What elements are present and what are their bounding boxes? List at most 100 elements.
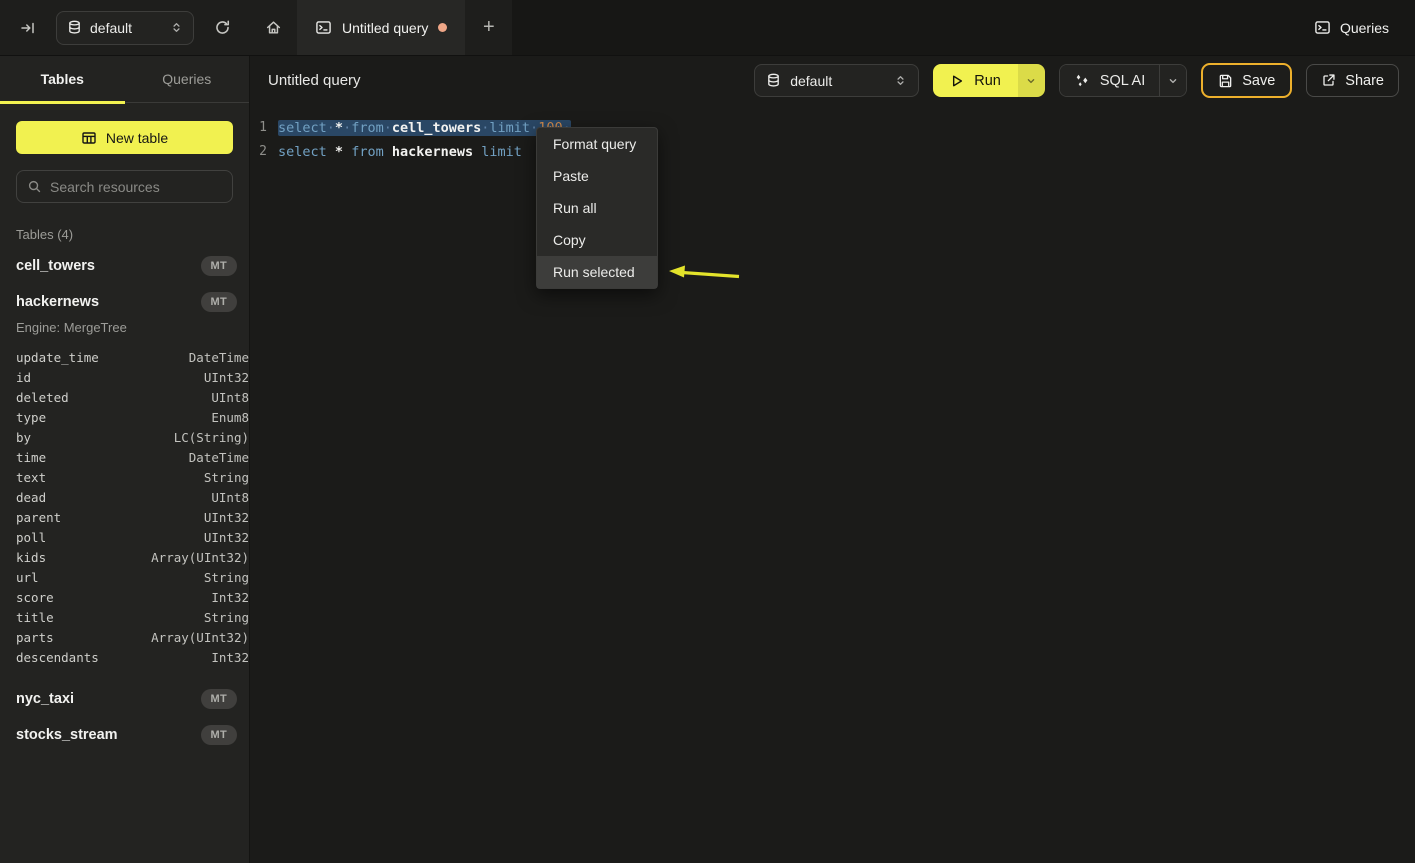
column-name: title [16, 610, 54, 625]
tab-label: Untitled query [342, 20, 428, 36]
pin-right-icon [20, 20, 36, 36]
home-tab[interactable] [250, 0, 297, 55]
column-row: update_time DateTime [16, 347, 249, 367]
search-input[interactable] [50, 179, 231, 195]
engine-badge: MT [201, 725, 237, 745]
table-row[interactable]: hackernews MT [0, 284, 249, 320]
column-name: type [16, 410, 46, 425]
table-group: hackernews MT Engine: MergeTree update_t… [0, 284, 249, 681]
code-token: limit [489, 120, 530, 136]
code-token: · [327, 120, 335, 136]
column-type: UInt32 [204, 370, 249, 385]
sort-chevrons-icon [894, 74, 907, 87]
column-row: score Int32 [16, 587, 249, 607]
sql-editor[interactable]: 1 select·*·from·cell_towers·limit·100· 2… [250, 105, 1415, 863]
column-row: poll UInt32 [16, 527, 249, 547]
engine-badge: MT [201, 689, 237, 709]
refresh-button[interactable] [208, 14, 236, 42]
new-table-button[interactable]: New table [16, 121, 233, 154]
context-menu-item[interactable]: Copy [537, 224, 657, 256]
tables-list: cell_towers MT hackernews MT Engine: Mer… [0, 248, 249, 753]
context-menu-item[interactable]: Run all [537, 192, 657, 224]
sidebar-tab-tables[interactable]: Tables [0, 56, 125, 102]
sort-chevrons-icon [170, 21, 183, 34]
sidebar-tab-queries-label: Queries [162, 71, 211, 87]
search-icon [27, 179, 42, 194]
column-type: DateTime [189, 350, 249, 365]
sql-ai-button[interactable]: SQL AI [1060, 65, 1159, 96]
queries-button-label: Queries [1340, 20, 1389, 36]
table-row[interactable]: stocks_stream MT [0, 717, 249, 753]
column-name: dead [16, 490, 46, 505]
code-token: select [278, 144, 327, 160]
console-icon [1314, 19, 1331, 36]
context-menu-item[interactable]: Format query [537, 128, 657, 160]
code-token: · [384, 120, 392, 136]
new-tab-button[interactable]: + [465, 0, 512, 55]
sql-ai-label: SQL AI [1100, 73, 1145, 89]
share-icon [1321, 73, 1336, 88]
table-engine-label: Engine: MergeTree [0, 320, 249, 345]
engine-badge: MT [201, 256, 237, 276]
editor-line[interactable]: 2 select * from hackernews limit [250, 140, 1415, 164]
unsaved-dot [438, 23, 447, 32]
code-token: cell_towers [392, 120, 481, 136]
database-selector-value: default [790, 73, 885, 89]
collapse-sidebar-button[interactable] [14, 14, 42, 42]
sql-ai-options-button[interactable] [1159, 65, 1186, 96]
table-row[interactable]: nyc_taxi MT [0, 681, 249, 717]
column-name: kids [16, 550, 46, 565]
code-token: select [278, 120, 327, 136]
topbar-left: default [0, 0, 250, 55]
topbar-database-value: default [90, 20, 162, 36]
column-type: UInt8 [211, 490, 249, 505]
tab-untitled-query[interactable]: Untitled query [297, 0, 465, 55]
queries-button[interactable]: Queries [1314, 19, 1389, 36]
topbar-database-selector[interactable]: default [56, 11, 194, 45]
refresh-icon [214, 19, 231, 36]
column-name: url [16, 570, 39, 585]
column-row: parts Array(UInt32) [16, 627, 249, 647]
topbar-right: Queries [512, 0, 1415, 55]
column-row: descendants Int32 [16, 647, 249, 667]
table-grid-icon [81, 130, 97, 146]
column-row: by LC(String) [16, 427, 249, 447]
share-button-label: Share [1345, 73, 1384, 89]
column-name: parts [16, 630, 54, 645]
database-icon [766, 73, 781, 88]
database-icon [67, 20, 82, 35]
chevron-down-icon [1025, 75, 1037, 87]
sidebar-tabs: Tables Queries [0, 56, 249, 103]
run-options-button[interactable] [1018, 64, 1045, 97]
line-content: select·*·from·cell_towers·limit·100· [278, 116, 571, 140]
table-row[interactable]: cell_towers MT [0, 248, 249, 284]
share-button[interactable]: Share [1306, 64, 1399, 97]
save-button[interactable]: Save [1201, 63, 1292, 98]
column-row: id UInt32 [16, 367, 249, 387]
main-panel: Untitled query default [250, 56, 1415, 863]
column-type: String [204, 570, 249, 585]
column-name: text [16, 470, 46, 485]
context-menu-item[interactable]: Run selected [537, 256, 657, 288]
play-icon [950, 74, 964, 88]
run-button[interactable]: Run [933, 64, 1018, 97]
sparkles-icon [1074, 73, 1090, 89]
chevron-down-icon [1167, 75, 1179, 87]
sql-ai-split-button: SQL AI [1059, 64, 1187, 97]
code-token [343, 144, 351, 160]
tab-strip: Untitled query + [250, 0, 512, 55]
database-selector[interactable]: default [754, 64, 919, 97]
column-type: UInt8 [211, 390, 249, 405]
table-group: nyc_taxi MT [0, 681, 249, 717]
sidebar-tab-tables-label: Tables [41, 71, 84, 87]
editor-lines: 1 select·*·from·cell_towers·limit·100· 2… [250, 116, 1415, 164]
tables-section-label: Tables (4) [0, 227, 249, 242]
column-type: Int32 [211, 590, 249, 605]
code-token: from [351, 144, 384, 160]
sidebar-tab-queries[interactable]: Queries [125, 56, 250, 102]
editor-line[interactable]: 1 select·*·from·cell_towers·limit·100· [250, 116, 1415, 140]
context-menu-item[interactable]: Paste [537, 160, 657, 192]
column-row: title String [16, 607, 249, 627]
column-name: deleted [16, 390, 69, 405]
line-number: 1 [250, 116, 278, 140]
